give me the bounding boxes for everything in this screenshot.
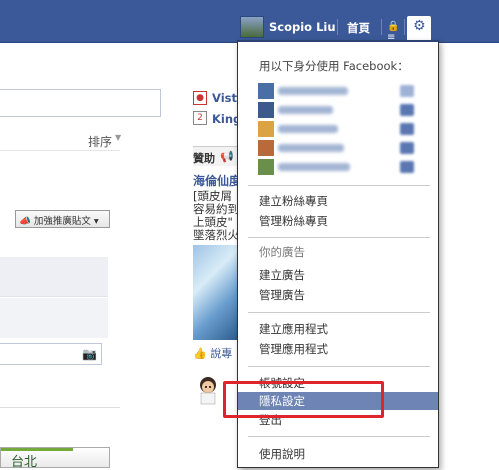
account-item[interactable]	[258, 140, 428, 157]
lock-icon[interactable]: 🔒≡	[387, 21, 403, 43]
separator	[381, 19, 382, 35]
account-name-blurred	[278, 144, 344, 152]
chevron-down-icon: ▾	[93, 216, 99, 227]
top-bar: Scopio Liu 首頁 🔒≡ ⚙	[0, 0, 499, 43]
account-thumb	[258, 83, 274, 99]
camera-icon[interactable]: 📷	[82, 347, 97, 361]
gear-icon: ⚙	[413, 18, 426, 34]
sponsored-header: 贊助 📢	[193, 146, 243, 166]
sponsored-label: 贊助	[193, 152, 215, 165]
menu-divider	[248, 436, 430, 437]
chevron-down-icon[interactable]: ▼	[115, 133, 121, 142]
account-count	[400, 85, 414, 97]
divider	[0, 407, 120, 408]
megaphone-icon: 📢	[220, 150, 234, 163]
ad-title[interactable]: 海倫仙度	[193, 172, 241, 189]
calendar-icon: 2	[193, 111, 207, 125]
menu-item-create-ad[interactable]: 建立廣告	[238, 266, 438, 284]
home-link[interactable]: 首頁	[347, 20, 370, 36]
separator	[404, 19, 405, 35]
cartoon-avatar[interactable]	[195, 375, 221, 405]
sidebar-link[interactable]: King	[212, 112, 237, 126]
account-name-blurred	[278, 87, 348, 95]
menu-item-create-app[interactable]: 建立應用程式	[238, 320, 438, 338]
account-item[interactable]	[258, 121, 428, 138]
account-item[interactable]	[258, 159, 428, 176]
account-menu-button[interactable]: ⚙	[407, 16, 431, 40]
menu-divider	[248, 237, 430, 238]
city-label: 台北	[11, 455, 38, 470]
city-card[interactable]: 台北	[0, 447, 110, 470]
account-item[interactable]	[258, 83, 428, 100]
menu-divider	[248, 366, 430, 367]
account-count	[400, 142, 414, 154]
menu-divider	[248, 312, 430, 313]
ad-text-line: 墜落烈火	[193, 228, 238, 242]
menu-section-your-ads: 你的廣告	[259, 245, 305, 259]
feed-item	[0, 257, 108, 297]
sidebar-link[interactable]: Vist	[212, 91, 237, 105]
menu-item-manage-ads[interactable]: 管理廣告	[238, 286, 438, 304]
status-input[interactable]	[0, 89, 161, 117]
menu-item-manage-apps[interactable]: 管理應用程式	[238, 340, 438, 358]
divider	[0, 150, 120, 151]
account-count	[400, 161, 414, 173]
menu-item-help[interactable]: 使用說明	[238, 445, 438, 463]
account-name-blurred	[278, 125, 338, 133]
feed-item	[0, 298, 108, 338]
account-name-blurred	[278, 163, 350, 171]
user-avatar[interactable]	[240, 16, 264, 38]
menu-item-create-page[interactable]: 建立粉絲專頁	[238, 192, 438, 210]
account-thumb	[258, 140, 274, 156]
account-item[interactable]	[258, 102, 428, 119]
use-as-header: 用以下身分使用 Facebook：	[259, 59, 409, 73]
like-link[interactable]: 👍 說專	[193, 345, 232, 361]
user-name-link[interactable]: Scopio Liu	[269, 20, 336, 34]
menu-item-manage-pages[interactable]: 管理粉絲專頁	[238, 212, 438, 230]
sort-label[interactable]: 排序	[88, 133, 112, 150]
account-thumb	[258, 159, 274, 175]
promote-label: 加強推廣貼文	[33, 216, 91, 227]
highlight-box	[223, 381, 384, 418]
ad-image[interactable]	[193, 245, 237, 340]
account-name-blurred	[278, 106, 333, 114]
promote-icon: 📣	[19, 216, 31, 227]
menu-divider	[248, 185, 430, 186]
thumbs-up-icon: 👍	[193, 347, 207, 360]
account-thumb	[258, 121, 274, 137]
separator	[337, 19, 338, 35]
account-thumb	[258, 102, 274, 118]
account-count	[400, 104, 414, 116]
promote-post-button[interactable]: 📣 加強推廣貼文 ▾	[15, 210, 110, 228]
account-count	[400, 123, 414, 135]
robot-icon: ●	[193, 91, 207, 105]
like-label: 說專	[210, 347, 233, 360]
